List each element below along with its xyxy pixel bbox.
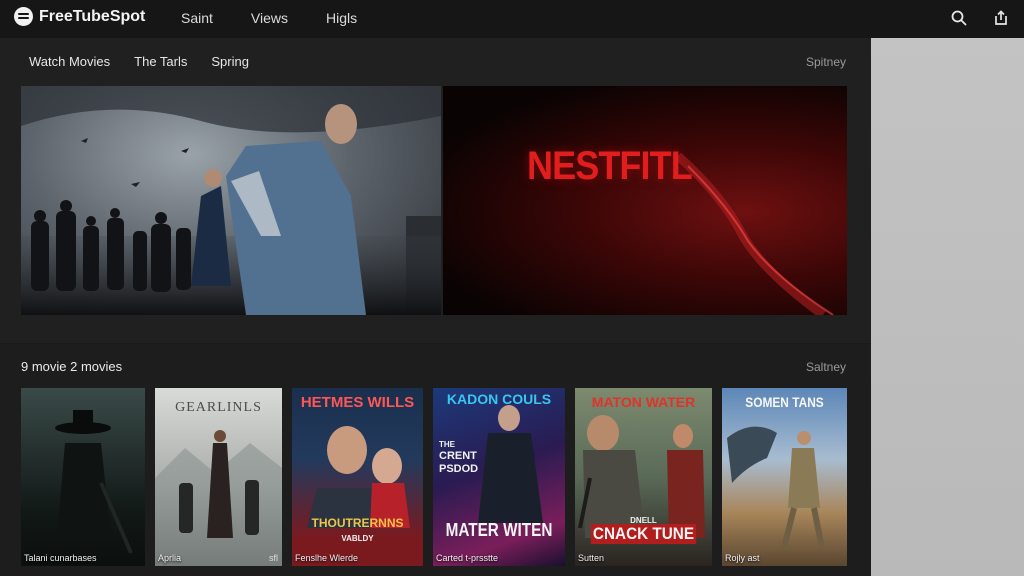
category-tabs: Watch Movies The Tarls Spring: [29, 54, 249, 69]
red-glow-image: [674, 152, 834, 315]
topnav-item-higls[interactable]: Higls: [326, 10, 357, 26]
tab-spring[interactable]: Spring: [211, 54, 249, 69]
movie-title-bottom-3: THOUTRERNNS: [311, 516, 404, 530]
movie-title-bottom-4: MATER WITEN: [445, 520, 553, 540]
movie-caption-right-2: sfl: [269, 553, 278, 563]
movie-card-1[interactable]: Talani cunarbases: [21, 388, 145, 566]
hero-brand-banner[interactable]: NESTFITL: [442, 86, 847, 315]
movie-title-6: SOMEN TANS: [745, 394, 824, 410]
movie-side-text-4c: PSDOD: [439, 463, 479, 475]
poster-image-6: [727, 426, 825, 549]
logo-icon: [14, 7, 33, 26]
share-icon[interactable]: [992, 9, 1010, 27]
movie-title-5: MATON WATER: [591, 394, 696, 410]
section-title: 9 movie 2 movies: [21, 359, 123, 374]
movie-title-4: KADON COULS: [446, 391, 552, 407]
brand-logo-text: NESTFITL: [526, 144, 693, 188]
hero-featured-image[interactable]: [21, 86, 441, 315]
topnav-item-views[interactable]: Views: [251, 10, 288, 26]
side-gray-panel: [871, 38, 1024, 576]
movie-caption-1: Talani cunarbases: [24, 553, 97, 563]
app-logo[interactable]: FreeTubeSpot: [14, 7, 145, 26]
tab-the-tarls[interactable]: The Tarls: [134, 54, 187, 69]
poster-image-1: [55, 410, 133, 554]
search-icon[interactable]: [950, 9, 968, 27]
top-icons: [950, 9, 1010, 27]
movie-side-text-4b: CRENT: [439, 450, 477, 462]
section-more-link[interactable]: Saltney: [806, 360, 846, 374]
movie-title-3: HETMES WILLS: [300, 394, 415, 411]
app-name: FreeTubeSpot: [39, 7, 146, 25]
featured-more-link[interactable]: Spitney: [806, 55, 846, 69]
movie-card-4[interactable]: KADON COULS THE CRENT PSDOD MATER WITEN …: [433, 388, 565, 566]
movie-caption-6: Rojly ast: [725, 553, 760, 563]
hero-banner: NESTFITL: [21, 86, 847, 315]
movie-caption-4: Carted t-prsstte: [436, 553, 499, 563]
movie-card-5[interactable]: MATON WATER DNELL CNACK TUNE Sutten: [575, 388, 712, 566]
tab-watch-movies[interactable]: Watch Movies: [29, 54, 110, 69]
movie-title-bottom-5: CNACK TUNE: [590, 524, 697, 544]
movie-row: Talani cunarbases GEARLINLS Aprlia sfl H…: [21, 388, 847, 566]
hero-scene-image: [21, 86, 441, 315]
movie-caption-3: Fenslhe Wlerde: [295, 553, 359, 563]
movie-title-2: GEARLINLS: [175, 400, 262, 415]
topnav-item-saint[interactable]: Saint: [181, 10, 213, 26]
movie-card-2[interactable]: GEARLINLS Aprlia sfl: [155, 388, 282, 566]
top-nav: Saint Views Higls: [181, 10, 357, 26]
movie-caption-2: Aprlia: [158, 553, 182, 563]
movie-subtitle-3: VABLDY: [341, 534, 374, 543]
movie-card-6[interactable]: SOMEN TANS Rojly ast: [722, 388, 847, 566]
top-bar: FreeTubeSpot Saint Views Higls: [0, 0, 1024, 39]
movie-caption-5: Sutten: [578, 553, 605, 563]
movie-card-3[interactable]: HETMES WILLS THOUTRERNNS VABLDY Fenslhe …: [292, 388, 423, 566]
movie-side-text-4a: THE: [439, 440, 455, 449]
